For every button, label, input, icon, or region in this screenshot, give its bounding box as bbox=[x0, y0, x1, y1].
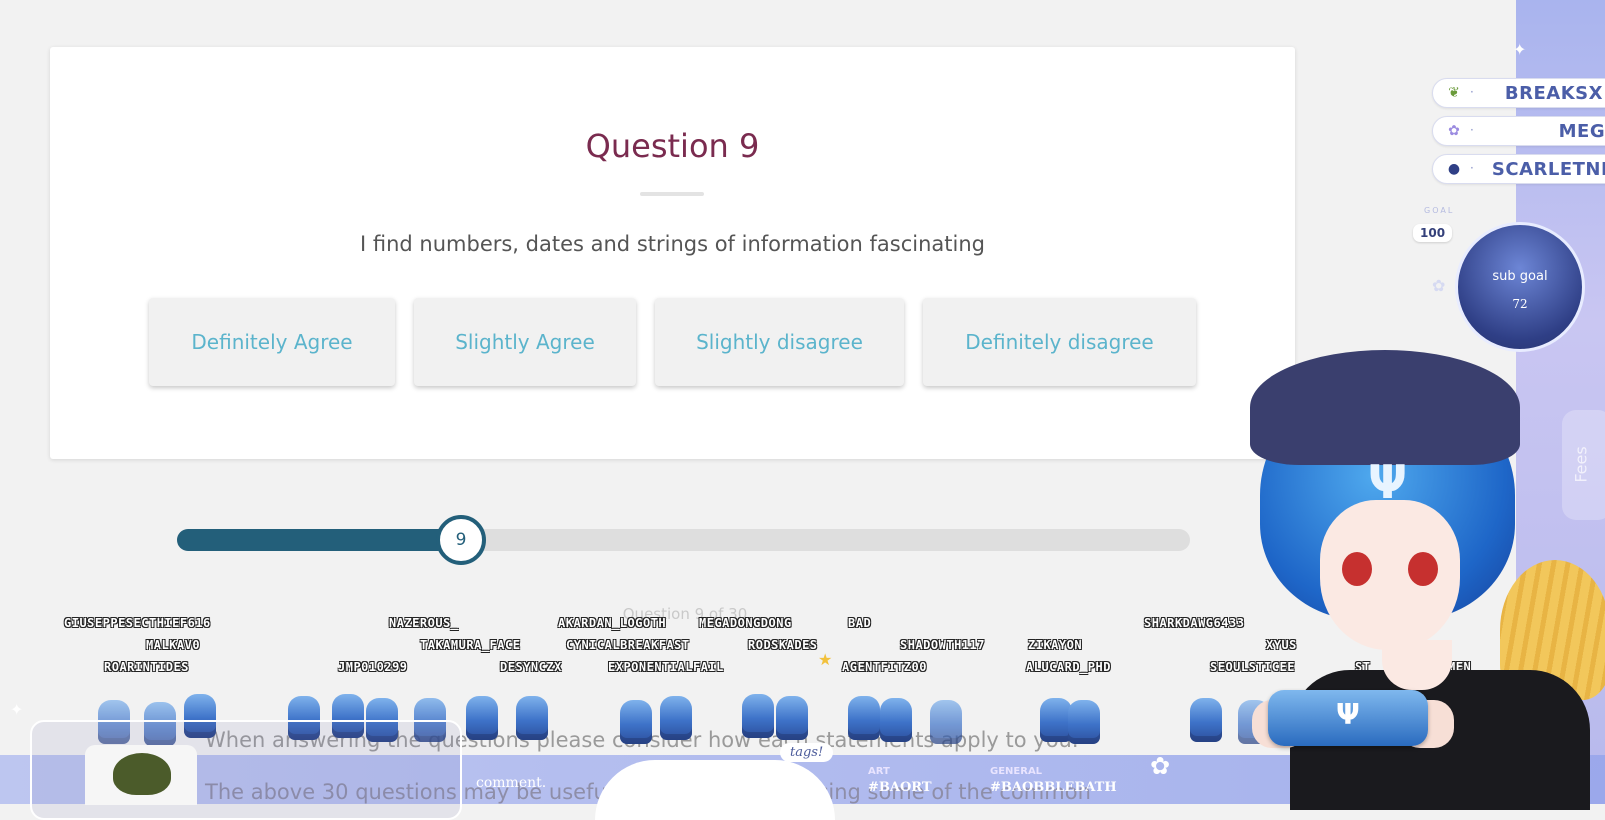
category-tag-general: #BAOBBLEBATH bbox=[990, 780, 1117, 795]
eye-icon bbox=[1408, 552, 1438, 586]
separator-dot: · bbox=[1470, 161, 1474, 175]
title-divider bbox=[640, 192, 704, 196]
viewer-sprite bbox=[1190, 698, 1222, 742]
sub-name: SCARLETNIGH bbox=[1491, 159, 1605, 180]
viewer-name: RODSKADES bbox=[748, 638, 818, 652]
viewer-sprite bbox=[516, 696, 548, 740]
viewer-name: CYNICALBREAKFAST bbox=[566, 638, 690, 652]
viewer-name: AKARDAN_LOGOTH bbox=[558, 616, 667, 630]
goal-target: 100 bbox=[1413, 224, 1453, 242]
progress-fill bbox=[177, 529, 461, 551]
viewer-sprite bbox=[620, 700, 652, 744]
viewer-sprite bbox=[742, 694, 774, 738]
answer-slightly-disagree[interactable]: Slightly disagree bbox=[655, 298, 904, 386]
recent-sub-3: ● · SCARLETNIGH bbox=[1432, 154, 1605, 184]
viewer-name: MEGADONGDONG bbox=[699, 616, 792, 630]
viewer-name: NAZEROUS_ bbox=[389, 616, 459, 630]
category-label-general: GENERAL bbox=[990, 766, 1043, 777]
viewer-sprite bbox=[880, 698, 912, 742]
eye-icon bbox=[1342, 552, 1372, 586]
viewer-name: ROARINTIDES bbox=[104, 660, 189, 674]
progress-track[interactable]: 9 bbox=[177, 515, 1190, 565]
sub-name: MEGAD bbox=[1558, 121, 1605, 142]
viewer-sprite bbox=[848, 696, 880, 740]
berry-icon: ● bbox=[1447, 161, 1461, 177]
avatar-face bbox=[1320, 500, 1460, 650]
flower-icon: ✿ bbox=[1150, 752, 1171, 780]
viewer-name: MALKAV0 bbox=[146, 638, 201, 652]
recent-sub-2: ✿ · MEGAD bbox=[1432, 116, 1605, 146]
viewer-name: AGENTFITZ00 bbox=[842, 660, 927, 674]
sprout-icon: ❦ bbox=[1448, 85, 1460, 101]
viewer-name: GIUSEPPESECTHIEF616 bbox=[64, 616, 211, 630]
console-emblem-icon: Ψ bbox=[1336, 698, 1360, 731]
avatar-neck bbox=[1382, 640, 1452, 690]
viewer-sprite bbox=[1068, 700, 1100, 744]
viewer-name: ALUCARD_PHD bbox=[1026, 660, 1111, 674]
question-text: I find numbers, dates and strings of inf… bbox=[360, 232, 985, 256]
sparkle-icon: ✦ bbox=[1513, 40, 1527, 59]
viewer-name: SHARKDAWG6433 bbox=[1144, 616, 1245, 630]
game-console: Ψ bbox=[1268, 690, 1428, 746]
chat-label: comment. bbox=[476, 775, 547, 791]
viewer-name: TAKAMURA_FACE bbox=[420, 638, 521, 652]
sparkle-icon: ✦ bbox=[10, 700, 24, 719]
answer-definitely-agree[interactable]: Definitely Agree bbox=[149, 298, 395, 386]
goal-caption: GOAL bbox=[1424, 206, 1455, 215]
progress-knob[interactable]: 9 bbox=[436, 515, 486, 565]
recent-sub-1: ❦ · BREAKSX bbox=[1432, 78, 1605, 108]
viewer-name: BAD bbox=[848, 616, 872, 630]
answer-slightly-agree[interactable]: Slightly Agree bbox=[414, 298, 636, 386]
separator-dot: · bbox=[1470, 85, 1474, 99]
goal-current: 72 bbox=[1512, 297, 1528, 311]
viewer-sprite bbox=[466, 696, 498, 740]
answer-definitely-disagree[interactable]: Definitely disagree bbox=[923, 298, 1196, 386]
viewer-sprite bbox=[776, 696, 808, 740]
avatar-beanie bbox=[1250, 350, 1520, 465]
quiz-card: Question 9 I find numbers, dates and str… bbox=[50, 47, 1295, 459]
cloud-decoration bbox=[595, 760, 835, 820]
viewer-name: JMP010299 bbox=[338, 660, 408, 674]
frog-mascot bbox=[85, 745, 197, 805]
category-label-art: ART bbox=[868, 766, 890, 777]
sub-goal-widget: sub goal 72 bbox=[1455, 222, 1585, 352]
answer-group: Definitely Agree Slightly Agree Slightly… bbox=[50, 298, 1295, 388]
tags-bubble: tags! bbox=[780, 743, 834, 762]
viewer-name: ZIKAYON bbox=[1028, 638, 1083, 652]
flower-icon: ✿ bbox=[1432, 276, 1446, 295]
viewer-name: DESYNCZX bbox=[500, 660, 562, 674]
viewer-name: EXPONENTIALFAIL bbox=[608, 660, 724, 674]
category-tag-art: #BAORT bbox=[868, 780, 932, 795]
viewer-sprite bbox=[660, 696, 692, 740]
separator-dot: · bbox=[1470, 123, 1474, 137]
star-icon: ★ bbox=[818, 650, 833, 669]
viewer-name: SHADOWTH117 bbox=[900, 638, 985, 652]
goal-title: sub goal bbox=[1492, 269, 1548, 284]
question-title: Question 9 bbox=[585, 127, 760, 165]
hair-emblem-icon: Ψ bbox=[1368, 455, 1408, 509]
flower-icon: ✿ bbox=[1448, 123, 1460, 139]
vtuber-avatar: Ψ Ψ bbox=[1250, 350, 1605, 810]
frog-icon bbox=[113, 753, 171, 795]
viewer-sprite bbox=[930, 700, 962, 744]
sub-name: BREAKSX bbox=[1504, 83, 1603, 104]
